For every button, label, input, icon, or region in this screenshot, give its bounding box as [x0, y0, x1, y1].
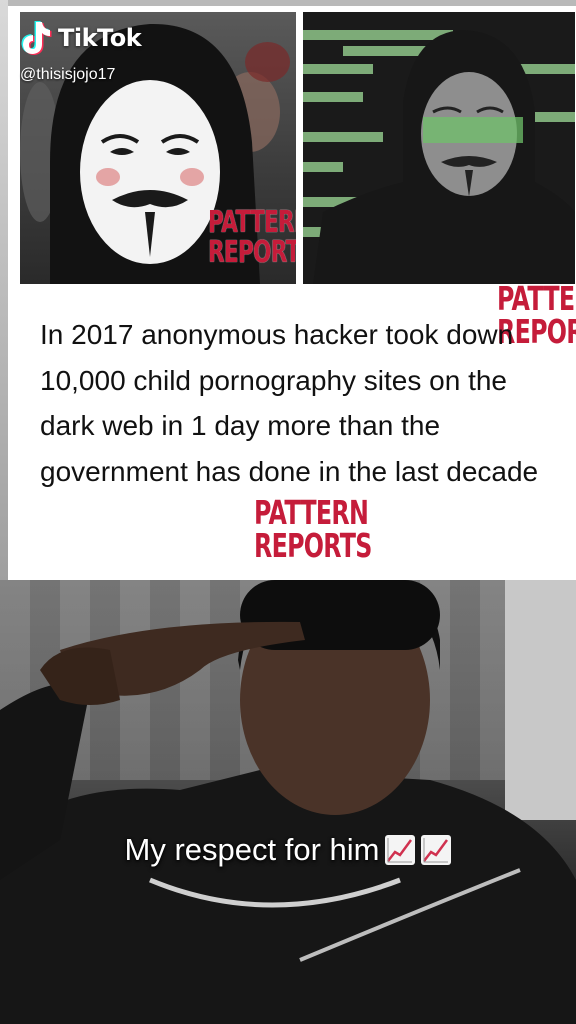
- saluting-person: [0, 580, 576, 1024]
- watermark-bottom: PATTERN REPORTS: [254, 496, 372, 562]
- photo-hacker: [303, 12, 575, 284]
- chart-increasing-icon: [385, 835, 416, 865]
- tiktok-wordmark: TikTok: [58, 24, 142, 52]
- watermark-line2: REPORTS: [208, 235, 296, 270]
- meme-text: In 2017 anonymous hacker took down 10,00…: [40, 319, 539, 487]
- video-caption: My respect for him: [0, 832, 576, 868]
- watermark-line1: PATTERN: [208, 205, 296, 240]
- hooded-figure-right: [313, 30, 575, 284]
- screenshot: PATTERN REPORTS: [0, 0, 576, 1024]
- background-blur-left: [0, 0, 8, 580]
- watermark-line2: REPORTS: [254, 526, 372, 565]
- meme-card: PATTERN REPORTS: [8, 6, 576, 580]
- caption-text: My respect for him: [124, 832, 380, 867]
- tiktok-note-icon: [21, 21, 52, 55]
- watermark-left: PATTERN REPORTS: [208, 208, 296, 268]
- watermark-line1: PATTERN: [254, 493, 369, 532]
- username: @thisisjojo17: [20, 66, 116, 83]
- video-frame: [0, 580, 576, 1024]
- watermark-line1: PATTERN: [497, 279, 576, 318]
- chart-increasing-icon: [421, 835, 452, 865]
- tiktok-logo: TikTok: [18, 20, 142, 56]
